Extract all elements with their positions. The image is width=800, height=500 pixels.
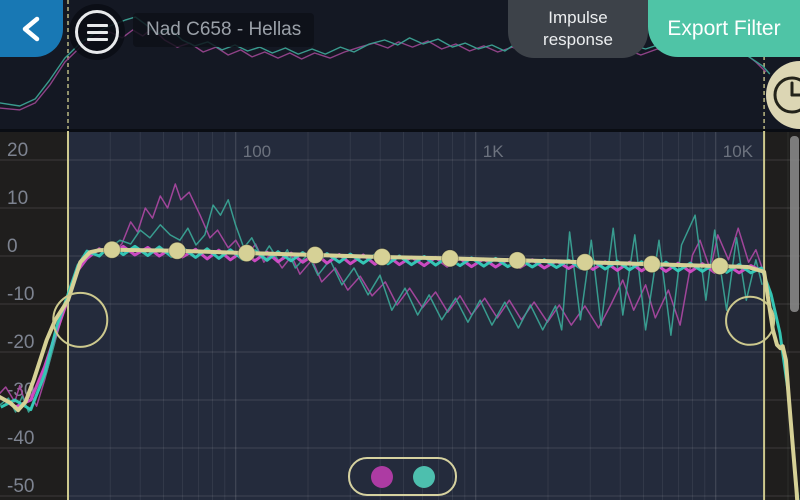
impulse-response-label: Impulse response (530, 7, 626, 51)
y-axis-label: -50 (7, 476, 34, 497)
hamburger-icon (75, 10, 119, 54)
target-handle-dot[interactable] (711, 258, 728, 275)
filter-band-region (68, 131, 764, 500)
y-axis-label: 20 (7, 140, 28, 161)
target-handle-dot[interactable] (441, 250, 458, 267)
chart-scrollbar-thumb[interactable] (790, 136, 799, 312)
right-channel-toggle-dot[interactable] (413, 466, 435, 488)
target-handle-dot[interactable] (509, 252, 526, 269)
impulse-response-button[interactable]: Impulse response (508, 0, 648, 58)
export-filter-label: Export Filter (667, 17, 780, 41)
history-button[interactable] (766, 61, 800, 129)
target-handle-dot[interactable] (374, 248, 391, 265)
response-chart[interactable]: 20100-10-20-30-40-501001K10K (0, 0, 800, 500)
y-axis-label: 10 (7, 188, 28, 209)
clock-icon (766, 61, 800, 129)
panel-divider (0, 129, 800, 132)
back-button[interactable] (0, 0, 63, 57)
target-handle-dot[interactable] (307, 247, 324, 264)
target-handle-dot[interactable] (238, 245, 255, 262)
room-correction-app: 20100-10-20-30-40-501001K10K Nad C658 - … (0, 0, 800, 500)
left-channel-toggle-dot[interactable] (371, 466, 393, 488)
x-axis-label: 100 (243, 142, 271, 161)
target-handle-dot[interactable] (103, 241, 120, 258)
target-handle-dot[interactable] (643, 256, 660, 273)
target-handle-dot[interactable] (169, 242, 186, 259)
x-axis-label: 1K (483, 142, 504, 161)
menu-button[interactable] (69, 4, 125, 60)
y-axis-label: 0 (7, 236, 18, 257)
channel-legend (348, 457, 457, 496)
y-axis-label: -40 (7, 428, 34, 449)
y-axis-label: -10 (7, 284, 34, 305)
back-chevron-icon (17, 12, 47, 46)
y-axis-label: -20 (7, 332, 34, 353)
target-handle-dot[interactable] (576, 254, 593, 271)
x-axis-label: 10K (723, 142, 754, 161)
export-filter-button[interactable]: Export Filter (648, 0, 800, 57)
page-title: Nad C658 - Hellas (133, 13, 314, 47)
